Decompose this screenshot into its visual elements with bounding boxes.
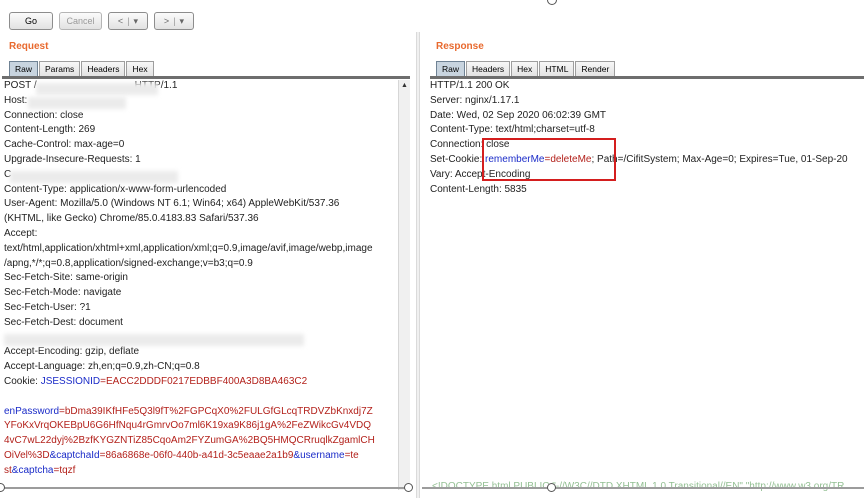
request-line: /apng,*/*;q=0.8,application/signed-excha… bbox=[4, 257, 253, 269]
request-title: Request bbox=[9, 41, 49, 52]
response-line: Server: nginx/1.17.1 bbox=[430, 94, 520, 106]
resize-handle-icon[interactable] bbox=[547, 483, 556, 492]
request-bottom-border bbox=[0, 487, 410, 489]
forward-button[interactable]: > | ▾ bbox=[154, 12, 194, 30]
request-tab-params[interactable]: Params bbox=[39, 61, 81, 76]
scroll-up-icon[interactable]: ▲ bbox=[401, 82, 408, 89]
redaction-blur bbox=[28, 97, 126, 109]
response-line: Content-Length: 5835 bbox=[430, 183, 527, 195]
response-line: Content-Type: text/html;charset=utf-8 bbox=[430, 124, 595, 136]
request-line: Upgrade-Insecure-Requests: 1 bbox=[4, 153, 141, 165]
forward-dropdown-icon[interactable]: ▾ bbox=[180, 16, 185, 27]
request-editor[interactable]: POST /HTTP/1.1 Host: Connection: close C… bbox=[4, 79, 396, 489]
response-tab-hex[interactable]: Hex bbox=[511, 61, 539, 76]
back-separator: | bbox=[127, 16, 130, 26]
resize-handle-icon[interactable] bbox=[404, 483, 413, 492]
request-line: User-Agent: Mozilla/5.0 (Windows NT 6.1;… bbox=[4, 198, 340, 210]
request-line: Sec-Fetch-User: ?1 bbox=[4, 301, 91, 313]
request-body: enPassword=bDma39IKfHFe5Q3l9fT%2FGPCqX0%… bbox=[4, 405, 396, 479]
body-line: OiVel%3D&captchaId=86a6868e-06f0-440b-a4… bbox=[4, 449, 359, 461]
request-scrollbar[interactable]: ▲ bbox=[398, 80, 410, 490]
request-line: Sec-Fetch-Mode: navigate bbox=[4, 287, 122, 299]
body-line: 4vC7wL22dyj%2BzfKYGZNTiZ85CqoAm2FYZumGA%… bbox=[4, 435, 375, 447]
request-line: Content-Type: application/x-www-form-url… bbox=[4, 183, 227, 195]
back-dropdown-icon[interactable]: ▾ bbox=[134, 16, 139, 27]
response-tab-html[interactable]: HTML bbox=[539, 61, 575, 76]
request-tabs: Raw Params Headers Hex bbox=[9, 61, 155, 77]
request-line: Accept-Language: zh,en;q=0.9,zh-CN;q=0.8 bbox=[4, 361, 200, 373]
request-line: Accept: bbox=[4, 227, 38, 239]
response-line: Date: Wed, 02 Sep 2020 06:02:39 GMT bbox=[430, 109, 607, 121]
resize-handle-icon[interactable] bbox=[0, 483, 5, 492]
request-line: Connection: close bbox=[4, 109, 84, 121]
redaction-blur bbox=[10, 171, 178, 183]
request-line: Cache-Control: max-age=0 bbox=[4, 139, 125, 151]
cancel-label: Cancel bbox=[66, 16, 95, 26]
cancel-button[interactable]: Cancel bbox=[59, 12, 102, 30]
request-line: Sec-Fetch-Dest: document bbox=[4, 316, 123, 328]
go-button[interactable]: Go bbox=[9, 12, 53, 30]
cookie-value: =EACC2DDDF0217EDBBF400A3D8BA463C2 bbox=[100, 375, 308, 387]
redaction-blur bbox=[36, 83, 158, 95]
split-divider[interactable] bbox=[416, 32, 420, 498]
request-tab-hex[interactable]: Hex bbox=[126, 61, 154, 76]
back-button[interactable]: < | ▾ bbox=[108, 12, 148, 30]
body-line: st&captcha=tqzf bbox=[4, 464, 76, 476]
back-arrow-icon: < bbox=[117, 16, 124, 26]
redaction-blur bbox=[4, 334, 304, 346]
request-line: Sec-Fetch-Site: same-origin bbox=[4, 272, 128, 284]
request-line: text/html,application/xhtml+xml,applicat… bbox=[4, 242, 373, 254]
forward-separator: | bbox=[173, 16, 176, 26]
response-tab-raw[interactable]: Raw bbox=[436, 61, 466, 76]
highlight-annotation bbox=[482, 138, 616, 181]
response-tabs: Raw Headers Hex HTML Render bbox=[436, 61, 616, 77]
response-line: HTTP/1.1 200 OK bbox=[430, 80, 510, 91]
cookie-name: JSESSIONID bbox=[40, 375, 101, 387]
request-line: Accept-Encoding: gzip, deflate bbox=[4, 346, 140, 358]
go-label: Go bbox=[24, 16, 37, 26]
response-tab-headers[interactable]: Headers bbox=[466, 61, 511, 76]
request-tab-headers[interactable]: Headers bbox=[81, 61, 126, 76]
response-tab-render[interactable]: Render bbox=[575, 61, 616, 76]
response-bottom-border bbox=[422, 487, 864, 489]
request-line: Content-Length: 269 bbox=[4, 124, 96, 136]
request-tab-raw[interactable]: Raw bbox=[9, 61, 39, 76]
cookie-line: Cookie: JSESSIONID=EACC2DDDF0217EDBBF400… bbox=[4, 375, 308, 387]
body-line: enPassword=bDma39IKfHFe5Q3l9fT%2FGPCqX0%… bbox=[4, 405, 373, 417]
request-line: (KHTML, like Gecko) Chrome/85.0.4183.83 … bbox=[4, 213, 259, 225]
toolbar: Go Cancel < | ▾ > | ▾ bbox=[0, 0, 864, 38]
forward-arrow-icon: > bbox=[163, 16, 170, 26]
response-title: Response bbox=[436, 41, 484, 52]
body-line: YFoKxVrqOKEBpU6G6HfNqu4rGmrvOo7ml6K19xa9… bbox=[4, 420, 371, 432]
